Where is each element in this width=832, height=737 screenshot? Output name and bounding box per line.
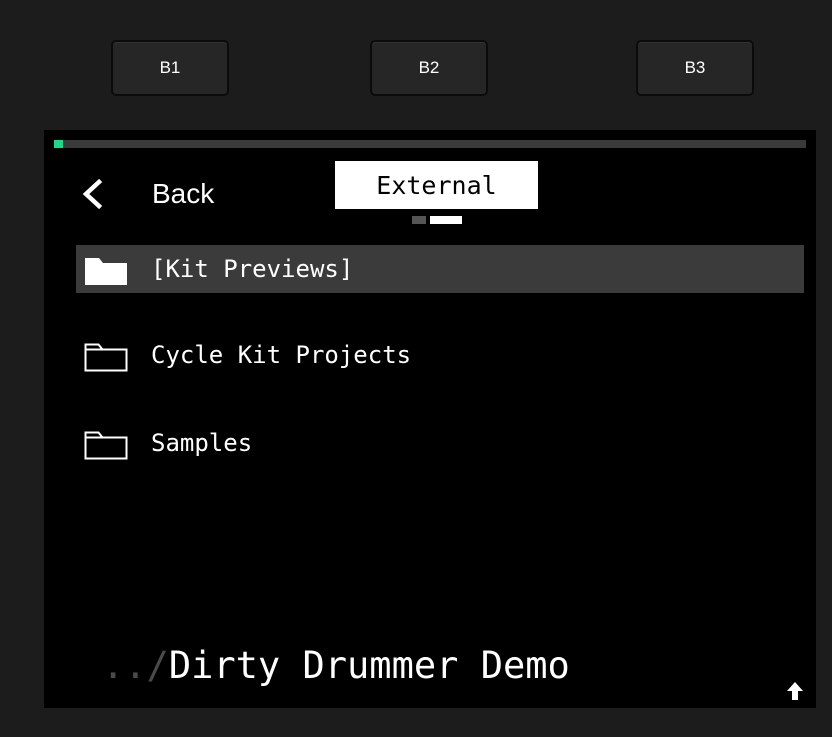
display-screen: Back External [Kit Previews] Cycle Kit P…: [44, 130, 816, 708]
list-item-label: Samples: [151, 429, 253, 457]
folder-outline-icon: [84, 428, 128, 460]
b3-button[interactable]: B3: [636, 40, 754, 96]
list-item-label: [Kit Previews]: [151, 255, 354, 283]
location-title[interactable]: External: [335, 161, 538, 209]
folder-outline-icon: [84, 340, 128, 372]
page-indicator: [412, 216, 462, 224]
back-button[interactable]: Back: [80, 174, 214, 214]
page-dot-1: [412, 216, 426, 224]
chevron-left-icon: [80, 179, 104, 209]
page-dot-2: [430, 216, 462, 224]
path-prefix: ../: [102, 644, 169, 687]
arrow-up-icon[interactable]: [786, 680, 804, 702]
device-frame: B1 B2 B3 Back External [Kit Previews] Cy…: [0, 0, 832, 737]
progress-bar: [54, 140, 806, 148]
list-item-cycle-kit-projects[interactable]: Cycle Kit Projects: [76, 331, 804, 379]
b1-label: B1: [159, 58, 181, 77]
b3-label: B3: [684, 58, 706, 77]
location-label: External: [376, 170, 497, 200]
folder-filled-icon: [84, 254, 128, 286]
b1-button[interactable]: B1: [111, 40, 229, 96]
b2-button[interactable]: B2: [370, 40, 488, 96]
current-path: ../Dirty Drummer Demo: [102, 644, 570, 687]
b2-label: B2: [418, 58, 440, 77]
back-label: Back: [152, 178, 215, 209]
file-list: [Kit Previews] Cycle Kit Projects Sample…: [76, 245, 804, 467]
list-item-label: Cycle Kit Projects: [151, 341, 412, 369]
list-item-kit-previews[interactable]: [Kit Previews]: [76, 245, 804, 293]
list-item-samples[interactable]: Samples: [76, 419, 804, 467]
current-folder-name: Dirty Drummer Demo: [168, 644, 570, 687]
progress-fill: [54, 140, 64, 148]
